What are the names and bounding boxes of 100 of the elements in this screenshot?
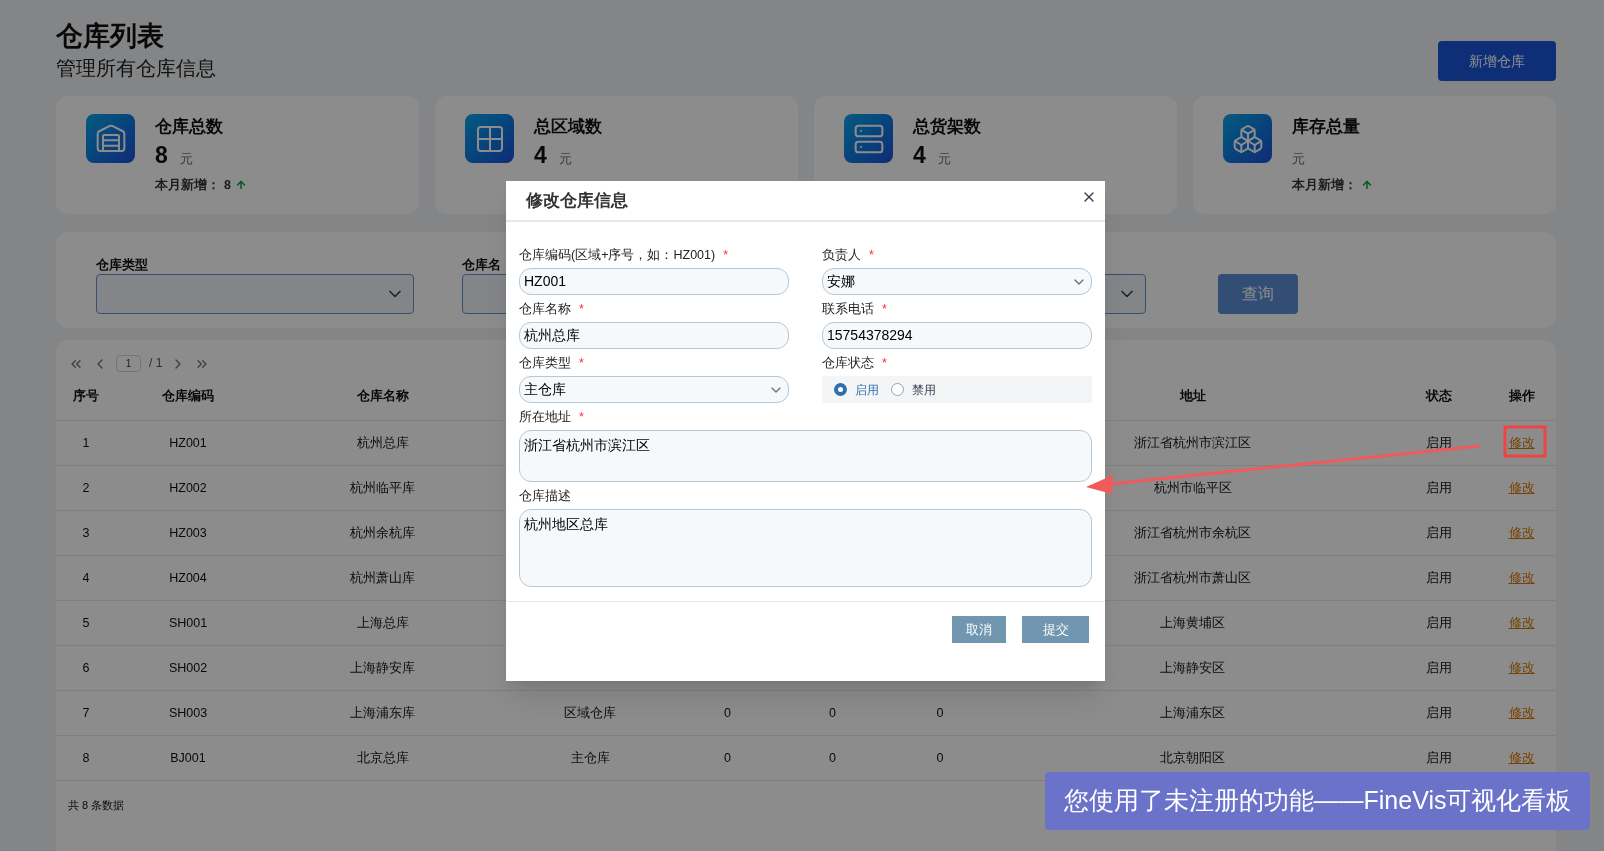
arrow-up-icon xyxy=(1361,179,1373,192)
query-button[interactable]: 查询 xyxy=(1218,274,1298,314)
stat-unit: 元 xyxy=(558,149,572,168)
edit-link[interactable]: 修改 xyxy=(1508,435,1535,450)
stat-label: 仓库总数 xyxy=(155,116,224,138)
required-mark: * xyxy=(579,300,584,318)
column-header: 序号 xyxy=(73,388,99,404)
required-mark: * xyxy=(579,354,584,372)
edit-link[interactable]: 修改 xyxy=(1508,705,1535,720)
page-total: / 1 xyxy=(149,355,163,372)
table-cell: 区域仓库 xyxy=(564,705,616,720)
table-cell: 0 xyxy=(936,750,944,765)
stat-note: 本月新增： xyxy=(155,177,220,194)
column-header: 操作 xyxy=(1508,388,1535,404)
select-field[interactable]: 主仓库 xyxy=(519,376,789,403)
record-count: 共 8 条数据 xyxy=(68,799,125,811)
arrow-up-icon xyxy=(234,179,247,192)
table-cell: 浙江省杭州市余杭区 xyxy=(1134,525,1251,540)
filter-select[interactable] xyxy=(96,274,414,314)
boxes-icon xyxy=(1223,114,1272,163)
table-cell: 上海静安区 xyxy=(1160,660,1225,675)
table-cell: 0 xyxy=(724,705,731,720)
table-cell: 1 xyxy=(82,435,90,450)
table-cell: 2 xyxy=(82,480,90,495)
input-field[interactable]: 15754378294 xyxy=(822,322,1092,349)
page-input[interactable]: 1 xyxy=(116,355,141,372)
field-label: 仓库状态 xyxy=(822,354,874,372)
table-cell: 启用 xyxy=(1426,480,1452,495)
radio-option[interactable]: 启用 xyxy=(834,380,879,399)
table-cell: 5 xyxy=(82,615,90,630)
table-cell: 上海黄埔区 xyxy=(1160,615,1225,630)
table-cell: 0 xyxy=(829,705,836,720)
table-cell: 启用 xyxy=(1426,750,1452,765)
required-mark: * xyxy=(869,246,874,264)
radio-option[interactable]: 禁用 xyxy=(891,380,936,399)
stat-value: 8 xyxy=(155,140,168,170)
required-mark: * xyxy=(882,300,887,318)
table-cell: 4 xyxy=(82,570,90,585)
table-cell: 浙江省杭州市滨江区 xyxy=(1134,435,1251,450)
edit-link[interactable]: 修改 xyxy=(1508,750,1535,765)
column-header: 仓库编码 xyxy=(162,388,214,404)
table-cell: HZ001 xyxy=(169,435,207,450)
field-label: 仓库名称 xyxy=(519,300,571,318)
table-cell: 启用 xyxy=(1426,660,1452,675)
text-area[interactable]: 杭州地区总库 xyxy=(519,509,1092,587)
notice-banner: 您使用了未注册的功能——FineVis可视化看板 xyxy=(1045,772,1590,830)
filter-label: 仓库名 xyxy=(462,257,501,272)
input-field[interactable]: 杭州总库 xyxy=(519,322,789,349)
edit-link[interactable]: 修改 xyxy=(1508,660,1535,675)
table-cell: HZ003 xyxy=(169,525,207,540)
table-cell: 0 xyxy=(829,750,836,765)
field-label: 仓库描述 xyxy=(519,487,571,505)
grid-icon xyxy=(465,114,514,163)
field-label: 联系电话 xyxy=(822,300,874,318)
dialog-button[interactable]: 取消 xyxy=(952,616,1006,643)
table-cell: 启用 xyxy=(1426,435,1452,450)
stat-note-value: 8 xyxy=(224,177,231,194)
required-mark: * xyxy=(579,408,584,426)
table-cell: 杭州市临平区 xyxy=(1153,480,1232,495)
page-title: 仓库列表 xyxy=(56,20,165,53)
text-area[interactable]: 浙江省杭州市滨江区 xyxy=(519,430,1092,482)
highlight-frame xyxy=(1503,425,1547,458)
edit-link[interactable]: 修改 xyxy=(1508,480,1535,495)
table-cell: 上海浦东区 xyxy=(1160,705,1225,720)
table-cell: 启用 xyxy=(1426,615,1452,630)
table-cell: SH001 xyxy=(168,615,208,630)
table-cell: 上海静安库 xyxy=(350,660,415,675)
table-cell: 启用 xyxy=(1426,570,1452,585)
table-cell: 0 xyxy=(724,750,731,765)
table-cell: 杭州临平库 xyxy=(350,480,415,495)
warehouse-icon xyxy=(86,114,135,163)
table-cell: 北京总库 xyxy=(356,750,409,765)
dialog-title: 修改仓库信息 xyxy=(526,190,628,212)
select-field[interactable]: 安娜 xyxy=(822,268,1092,295)
field-label: 仓库类型 xyxy=(519,354,571,372)
table-cell: HZ004 xyxy=(169,570,207,585)
table-cell: 8 xyxy=(82,750,90,765)
table-cell: 7 xyxy=(82,705,90,720)
table-cell: 杭州余杭库 xyxy=(350,525,415,540)
required-mark: * xyxy=(723,246,729,264)
edit-link[interactable]: 修改 xyxy=(1508,615,1535,630)
table-cell: 3 xyxy=(82,525,90,540)
edit-link[interactable]: 修改 xyxy=(1508,525,1535,540)
table-cell: 北京朝阳区 xyxy=(1160,750,1225,765)
add-warehouse-button[interactable]: 新增仓库 xyxy=(1438,41,1556,81)
column-header: 仓库名称 xyxy=(356,388,409,404)
table-cell: 上海浦东库 xyxy=(350,705,415,720)
stat-value: 4 xyxy=(534,140,547,170)
required-mark: * xyxy=(882,354,887,372)
edit-link[interactable]: 修改 xyxy=(1508,570,1535,585)
page-subtitle: 管理所有仓库信息 xyxy=(56,56,216,81)
table-cell: 浙江省杭州市萧山区 xyxy=(1134,570,1251,585)
dialog-button[interactable]: 提交 xyxy=(1022,616,1089,643)
column-header: 地址 xyxy=(1179,388,1206,404)
table-cell: 主仓库 xyxy=(570,750,610,765)
table-cell: SH002 xyxy=(168,660,208,675)
table-cell: 启用 xyxy=(1426,525,1452,540)
stat-label: 总货架数 xyxy=(913,116,981,138)
stat-label: 库存总量 xyxy=(1292,116,1361,138)
input-field[interactable]: HZ001 xyxy=(519,268,789,295)
